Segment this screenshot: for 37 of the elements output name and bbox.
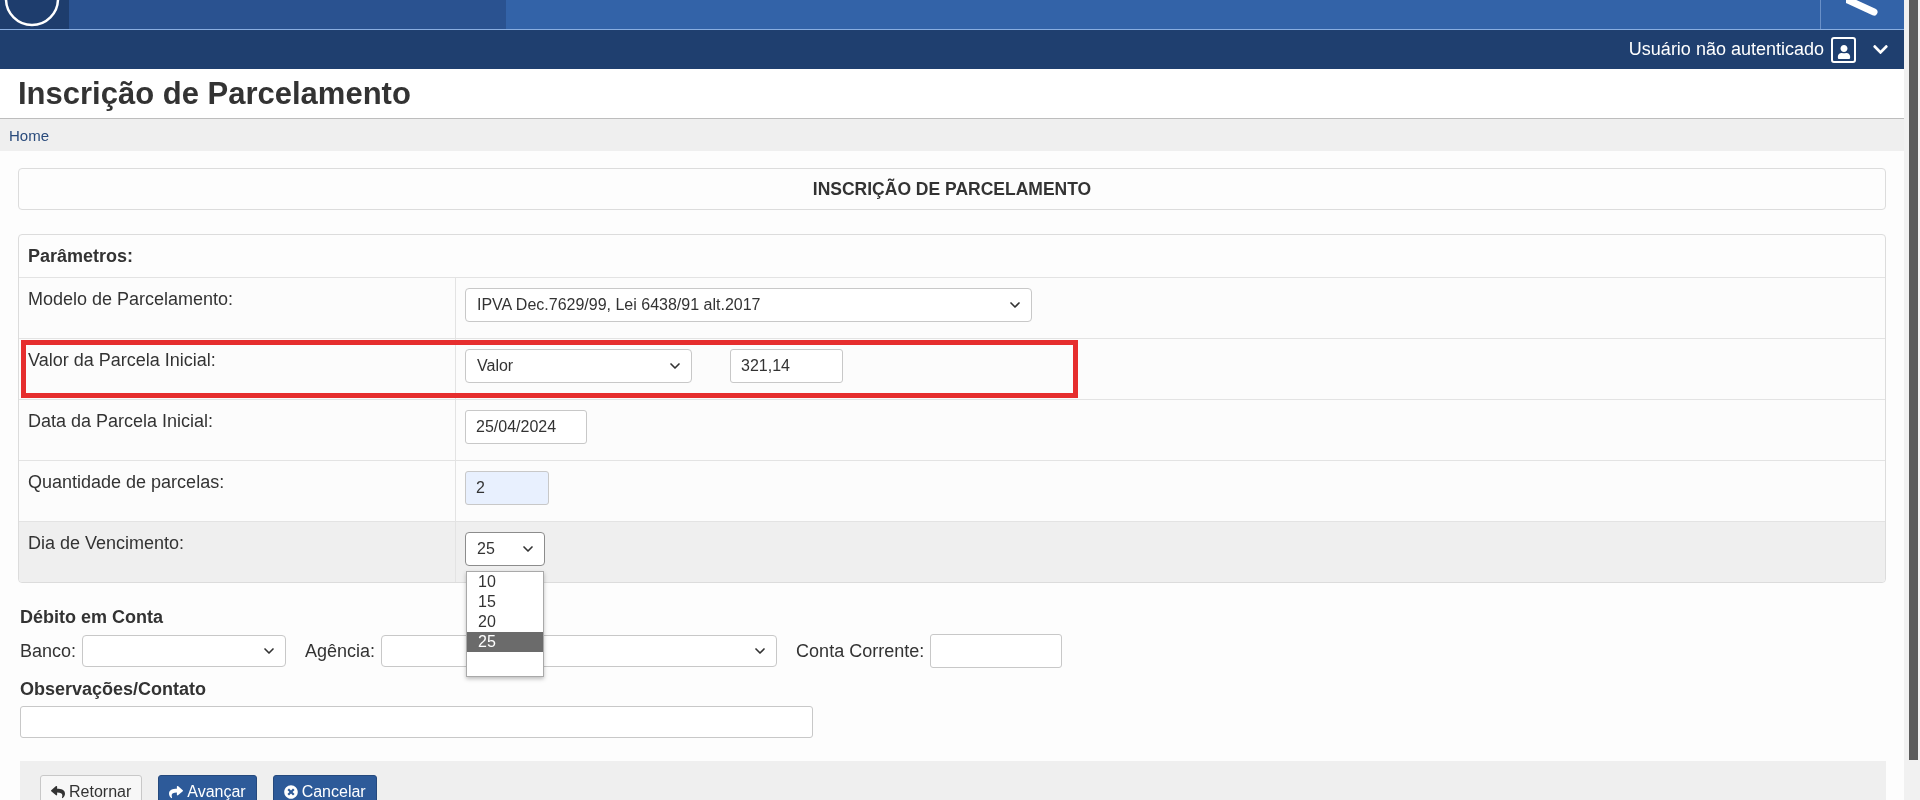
field-label: Modelo de Parcelamento: (28, 289, 234, 309)
dropdown-option[interactable]: 20 (467, 612, 543, 632)
section-heading: Observações/Contato (20, 679, 207, 700)
user-icon[interactable] (1831, 36, 1856, 63)
logo-icon (4, 0, 60, 27)
user-status-label: Usuário não autenticado (1628, 39, 1824, 60)
dropdown-field[interactable]: IPVA Dec.7629/99, Lei 6438/91 alt.2017 (465, 288, 1032, 322)
field-label: Valor da Parcela Inicial: (28, 350, 216, 370)
field-label: Data da Parcela Inicial: (28, 411, 214, 431)
text-input[interactable]: 321,14 (730, 349, 843, 383)
next-button[interactable]: Avançar (158, 775, 257, 800)
form-title: INSCRIÇÃO DE PARCELAMENTO (812, 178, 1092, 200)
dropdown-field[interactable] (82, 635, 287, 667)
section-heading: Débito em Conta (20, 607, 163, 628)
text-input[interactable] (20, 706, 813, 738)
field-label: Conta Corrente: (796, 640, 925, 662)
text-input[interactable] (930, 634, 1063, 668)
pencil-icon (1846, 0, 1880, 18)
dropdown-field[interactable]: 25 (465, 532, 545, 566)
forward-arrow-icon (169, 785, 184, 799)
scrollbar-thumb[interactable] (1909, 0, 1918, 760)
page-title: Inscrição de Parcelamento (18, 75, 411, 112)
dropdown-option[interactable]: 10 (467, 572, 543, 592)
dropdown-option[interactable]: 25 (467, 632, 543, 652)
field-label: Banco: (20, 640, 77, 662)
reply-arrow-icon (51, 785, 65, 799)
field-label: Agência: (305, 640, 376, 662)
section-heading: Parâmetros: (28, 245, 134, 267)
text-input[interactable]: 2 (465, 471, 549, 505)
field-label: Quantidade de parcelas: (28, 472, 225, 492)
cancel-button[interactable]: Cancelar (272, 775, 377, 800)
back-button[interactable]: Retornar (40, 775, 143, 800)
breadcrumb-link[interactable]: Home (9, 126, 49, 144)
text-input[interactable]: 25/04/2024 (465, 410, 587, 444)
dropdown-option[interactable]: 15 (467, 592, 543, 612)
dropdown-field[interactable]: Valor (465, 349, 692, 383)
field-label: Dia de Vencimento: (28, 533, 185, 553)
